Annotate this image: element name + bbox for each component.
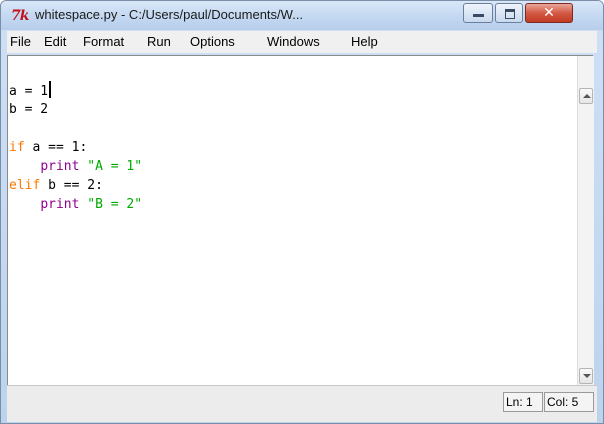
code-line[interactable]: elif b == 2:	[9, 176, 142, 195]
code-line[interactable]: if a == 1:	[9, 138, 142, 157]
maximize-icon	[505, 9, 515, 19]
close-button[interactable]: ✕	[525, 3, 573, 23]
window-title: whitespace.py - C:/Users/paul/Documents/…	[35, 7, 304, 22]
code-line[interactable]: print "A = 1"	[9, 157, 142, 176]
menu-windows[interactable]: Windows	[267, 34, 320, 50]
arrow-up-icon	[583, 94, 591, 98]
status-bar: Ln: 1 Col: 5	[7, 385, 597, 422]
arrow-down-icon	[583, 374, 591, 378]
tk-logo-icon: 7k	[11, 8, 29, 24]
minimize-icon	[473, 14, 484, 17]
line-number-indicator: Ln: 1	[503, 392, 543, 412]
maximize-button[interactable]	[495, 3, 523, 23]
menu-format[interactable]: Format	[83, 34, 124, 50]
menu-help[interactable]: Help	[351, 34, 378, 50]
menu-edit[interactable]: Edit	[44, 34, 66, 50]
code-line[interactable]: a = 1	[9, 81, 142, 100]
scroll-up-button[interactable]	[579, 88, 593, 104]
scroll-down-button[interactable]	[579, 368, 593, 384]
code-text-area[interactable]: a = 1b = 2 if a == 1: print "A = 1" elif …	[9, 81, 142, 214]
vertical-scrollbar[interactable]	[577, 56, 594, 385]
code-line[interactable]	[9, 119, 142, 138]
title-bar[interactable]: 7k whitespace.py - C:/Users/paul/Documen…	[1, 1, 603, 30]
menu-run[interactable]: Run	[147, 34, 171, 50]
column-number-indicator: Col: 5	[544, 392, 594, 412]
menu-options[interactable]: Options	[190, 34, 235, 50]
menu-bar: File Edit Format Run Options Windows Hel…	[7, 31, 597, 53]
code-line[interactable]: b = 2	[9, 100, 142, 119]
text-cursor	[49, 81, 52, 98]
idle-editor-window: 7k whitespace.py - C:/Users/paul/Documen…	[0, 0, 604, 424]
close-icon: ✕	[543, 5, 555, 21]
code-line[interactable]: print "B = 2"	[9, 195, 142, 214]
minimize-button[interactable]	[463, 3, 493, 23]
menu-file[interactable]: File	[10, 34, 31, 50]
